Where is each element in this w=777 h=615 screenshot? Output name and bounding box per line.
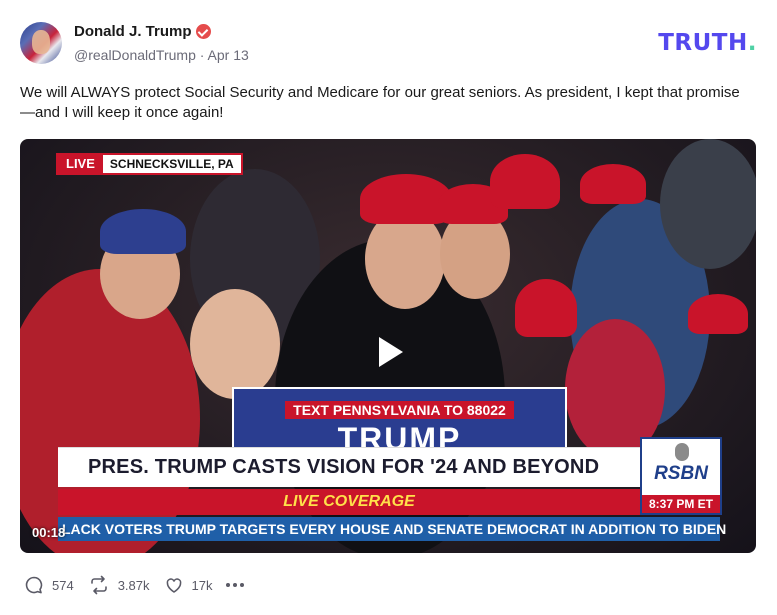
network-name: RSBN xyxy=(654,463,708,484)
crowd-hat xyxy=(100,209,186,254)
logo-text: TRUTH xyxy=(658,30,748,56)
news-ticker: LACK VOTERS TRUMP TARGETS EVERY HOUSE AN… xyxy=(58,517,726,541)
news-headline-bar: PRES. TRUMP CASTS VISION FOR '24 AND BEY… xyxy=(58,447,640,487)
live-badge: LIVE SCHNECKSVILLE, PA xyxy=(56,153,243,175)
more-icon[interactable] xyxy=(226,583,245,587)
crowd-hat xyxy=(490,154,560,209)
like-button[interactable]: 17k xyxy=(164,575,213,595)
crowd-hat xyxy=(688,294,748,334)
retruth-count: 3.87k xyxy=(117,577,150,593)
play-icon[interactable] xyxy=(365,329,411,375)
like-count: 17k xyxy=(191,577,213,593)
post-header: Donald J. Trump @realDonaldTrump · Apr 1… xyxy=(20,20,757,66)
reply-icon xyxy=(25,576,43,594)
like-icon xyxy=(166,578,181,593)
verified-badge-icon xyxy=(195,24,211,39)
ticker-text: LACK VOTERS TRUMP TARGETS EVERY HOUSE AN… xyxy=(62,521,727,537)
retruth-button[interactable]: 3.87k xyxy=(88,575,150,595)
location-label: SCHNECKSVILLE, PA xyxy=(109,157,234,171)
meta-separator: · xyxy=(199,47,205,63)
coverage-bar: LIVE COVERAGE xyxy=(58,489,640,515)
truth-logo[interactable]: TRUTH. xyxy=(658,30,757,56)
retruth-icon xyxy=(90,575,107,595)
crowd-hat xyxy=(515,279,577,337)
network-bug: RSBN 8:37 PM ET xyxy=(640,437,722,515)
video-timestamp: 00:18 xyxy=(32,525,66,540)
microphone-icon xyxy=(675,443,689,461)
author-meta: @realDonaldTrump · Apr 13 xyxy=(74,47,249,63)
coverage-label: LIVE COVERAGE xyxy=(283,493,415,510)
podium-sign: TEXT PENNSYLVANIA TO 88022 TRUMP xyxy=(232,387,567,455)
video-player[interactable]: LIVE SCHNECKSVILLE, PA TEXT PENNSYLVANIA… xyxy=(20,139,756,553)
live-label: LIVE xyxy=(58,155,103,173)
author-name-row: Donald J. Trump xyxy=(74,23,211,40)
crowd-person xyxy=(190,289,280,399)
podium-text: TEXT PENNSYLVANIA TO 88022 xyxy=(285,401,514,419)
post-text: We will ALWAYS protect Social Security a… xyxy=(20,84,740,121)
network-time: 8:37 PM ET xyxy=(642,495,720,513)
logo-dot: . xyxy=(747,30,757,56)
news-headline: PRES. TRUMP CASTS VISION FOR '24 AND BEY… xyxy=(88,456,600,478)
avatar[interactable] xyxy=(20,22,62,64)
crowd-person xyxy=(365,209,445,309)
reply-button[interactable]: 574 xyxy=(24,575,74,595)
author-name[interactable]: Donald J. Trump xyxy=(74,23,192,40)
post-date[interactable]: Apr 13 xyxy=(208,47,249,63)
crowd-hat xyxy=(580,164,646,204)
post-actions: 574 3.87k 17k xyxy=(24,572,245,598)
reply-count: 574 xyxy=(52,577,74,593)
author-handle[interactable]: @realDonaldTrump xyxy=(74,47,196,63)
crowd-person xyxy=(660,139,756,269)
